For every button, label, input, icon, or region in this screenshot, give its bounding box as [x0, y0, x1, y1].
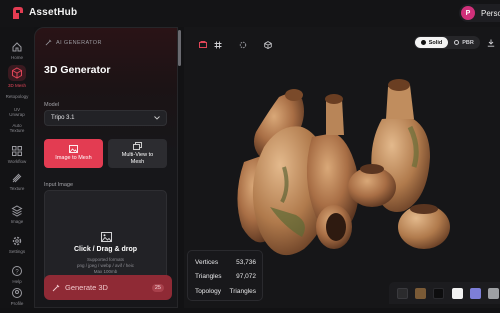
rail-label-settings: Settings: [8, 249, 26, 254]
gear-icon: [12, 236, 22, 246]
rail-item-workflow[interactable]: Workflow: [3, 143, 31, 171]
chevron-down-icon: [154, 116, 160, 120]
rail-item-auto-texture[interactable]: Auto Texture: [3, 121, 31, 135]
stat-label: Vertices: [195, 259, 219, 266]
grid-toggle-button[interactable]: [211, 38, 224, 51]
multi-view-to-mesh-button[interactable]: Multi-View to Mesh: [108, 139, 167, 168]
model-label: Model: [44, 102, 59, 108]
svg-text:?: ?: [15, 269, 19, 275]
pbr-mode-option[interactable]: PBR: [449, 37, 479, 48]
rail-item-profile[interactable]: Profile: [3, 285, 31, 313]
wand-icon: [52, 284, 60, 291]
stat-value: Triangles: [229, 288, 257, 295]
rail-label-retopology: Retopology: [5, 94, 29, 99]
top-bar: AssetHub P Person: [0, 0, 500, 27]
hash-grid-icon: [214, 41, 221, 48]
rail-item-home[interactable]: Home: [3, 39, 31, 67]
solid-sphere-icon: [420, 40, 426, 45]
generator-panel: AI GENERATOR 3D Generator Model Tripo 3.…: [34, 27, 178, 308]
page-title: 3D Generator: [44, 64, 111, 76]
panel-tag-text: AI GENERATOR: [56, 39, 102, 46]
rail-item-retopology[interactable]: Retopology: [3, 92, 31, 104]
texture-icon: [12, 173, 22, 183]
swatch-gray[interactable]: [488, 288, 499, 299]
dropzone-max-size: Max 100mb: [93, 269, 118, 274]
grid-view-button[interactable]: [196, 38, 209, 51]
render-mode-toggle[interactable]: Solid PBR: [414, 36, 480, 49]
rail-label-uv-unwrap: UV Unwrap: [9, 107, 25, 117]
swatch-black[interactable]: [433, 288, 444, 299]
avatar: P: [461, 6, 475, 20]
swatch-white[interactable]: [452, 288, 463, 299]
download-icon: [487, 39, 494, 47]
mesh-stats-panel: Vertices 53,736 Triangles 97,072 Topolog…: [187, 250, 263, 301]
rail-label-auto-texture: Auto Texture: [9, 123, 25, 133]
stat-value: 53,736: [236, 259, 256, 266]
copy-icon: [133, 142, 142, 150]
stat-row-vertices: Vertices 53,736: [195, 259, 256, 266]
wand-icon: [45, 39, 52, 46]
rail-label-help: Help: [12, 279, 22, 284]
rail-label-home: Home: [10, 55, 23, 60]
user-menu[interactable]: P Person: [459, 4, 500, 22]
user-name: Person: [481, 8, 500, 18]
cube-icon: [263, 40, 272, 49]
download-button[interactable]: [484, 36, 497, 49]
cube-icon: [12, 67, 22, 79]
solid-mode-option[interactable]: Solid: [415, 37, 448, 48]
swatch-periwinkle[interactable]: [470, 288, 481, 299]
home-icon: [12, 42, 22, 52]
side-rail: Home 3D Mesh Retopology UV Unwrap Auto T…: [0, 27, 34, 308]
pot-bottom-right: [398, 204, 450, 249]
viewport-settings-button[interactable]: [236, 38, 249, 51]
pot-fallen: [316, 205, 352, 249]
rail-label-workflow: Workflow: [7, 159, 27, 164]
help-icon: ?: [12, 266, 22, 276]
image-to-mesh-label: Image to Mesh: [55, 155, 92, 162]
multi-view-to-mesh-label: Multi-View to Mesh: [121, 152, 154, 165]
workflow-icon: [12, 146, 22, 156]
pbr-sphere-icon: [454, 40, 460, 45]
swatch-wood[interactable]: [415, 288, 426, 299]
rail-item-uv-unwrap[interactable]: UV Unwrap: [3, 105, 31, 117]
swatch-dark-gray[interactable]: [397, 288, 408, 299]
generate-3d-label: Generate 3D: [65, 283, 108, 292]
image-icon: [11, 205, 23, 217]
upload-image-icon: [101, 232, 112, 242]
rail-item-settings[interactable]: Settings: [3, 233, 31, 261]
model-select-value: Tripo 3.1: [51, 115, 75, 121]
panel-scrollbar[interactable]: [178, 30, 181, 66]
rail-label-profile: Profile: [10, 301, 24, 306]
stat-row-triangles: Triangles 97,072: [195, 273, 256, 280]
image-to-mesh-button[interactable]: Image to Mesh: [44, 139, 103, 168]
dropzone-formats: png / jpeg / webp / avif / heic: [76, 263, 135, 268]
rail-item-3d-mesh[interactable]: 3D Mesh: [3, 65, 31, 93]
solid-mode-label: Solid: [428, 39, 443, 46]
stat-row-topology: Topology Triangles: [195, 288, 256, 295]
stat-label: Topology: [195, 288, 222, 295]
model-select[interactable]: Tripo 3.1: [44, 110, 167, 126]
background-swatches: [389, 282, 500, 304]
object-view-button[interactable]: [261, 38, 274, 51]
rail-label-3d-mesh: 3D Mesh: [7, 83, 26, 88]
rail-item-image[interactable]: Image: [3, 203, 31, 231]
stat-value: 97,072: [236, 273, 256, 280]
brand-name[interactable]: AssetHub: [29, 7, 77, 18]
input-image-label: Input Image: [44, 182, 74, 188]
pbr-mode-label: PBR: [462, 39, 474, 46]
rail-item-texture[interactable]: Texture: [3, 170, 31, 198]
stat-label: Triangles: [195, 273, 222, 280]
generate-3d-button[interactable]: Generate 3D 25: [44, 275, 172, 300]
panel-tag: AI GENERATOR: [45, 39, 102, 46]
rail-label-texture: Texture: [9, 186, 25, 191]
gear-icon: [239, 41, 246, 48]
profile-icon: [12, 288, 22, 298]
credit-cost-badge: 25: [151, 283, 164, 292]
rail-label-image: Image: [10, 219, 24, 224]
image-icon: [69, 145, 78, 154]
viewport-mode-icon: [198, 41, 207, 48]
dropzone-title: Click / Drag & drop: [73, 246, 137, 253]
assethub-logo-icon: [13, 7, 23, 19]
dropzone-formats-label: Supported formats: [86, 257, 125, 262]
